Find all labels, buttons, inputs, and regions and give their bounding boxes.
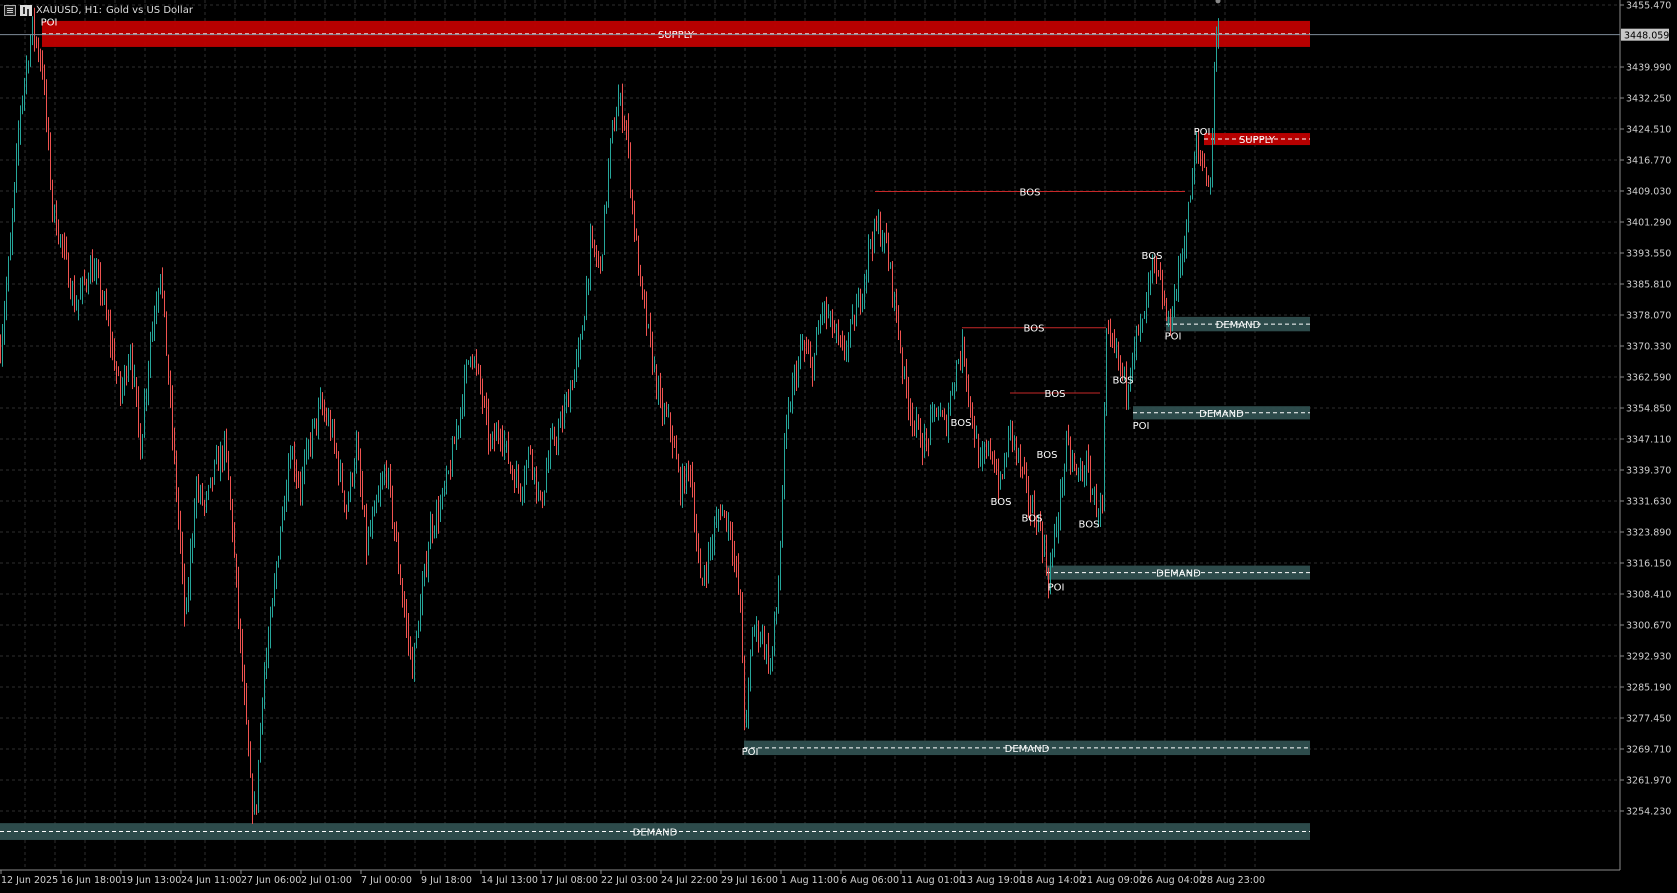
- price-tick-label: 3416.770: [1626, 156, 1671, 167]
- price-tick-label: 3354.850: [1626, 404, 1671, 415]
- price-tick-label: 3432.250: [1626, 94, 1671, 105]
- time-tick-label: 18 Aug 14:00: [1021, 875, 1085, 886]
- menu-icon[interactable]: [4, 4, 16, 16]
- time-tick-label: 24 Jul 22:00: [661, 875, 718, 886]
- supply-zone-label: SUPPLY: [658, 30, 695, 41]
- bos-line-label: BOS: [1024, 324, 1045, 335]
- price-tick-label: 3323.890: [1626, 528, 1671, 539]
- price-tick-label: 3455.470: [1626, 1, 1671, 12]
- price-tick-label: 3292.930: [1626, 652, 1671, 663]
- demand-zone-label: DEMAND: [1199, 409, 1244, 420]
- price-tick-label: 3316.150: [1626, 559, 1671, 570]
- price-tick-label: 3439.990: [1626, 63, 1671, 74]
- price-tick-label: 3347.110: [1626, 435, 1671, 446]
- time-tick-label: 9 Jul 18:00: [421, 875, 472, 886]
- poi-label: POI: [1048, 582, 1065, 593]
- price-tick-label: 3308.410: [1626, 590, 1671, 601]
- price-axis: 3455.470 3439.990 3432.250 3424.510 3416.770…: [1620, 0, 1677, 889]
- price-tick-label: 3300.670: [1626, 621, 1671, 632]
- bos-label: BOS: [1022, 514, 1043, 525]
- time-tick-label: 28 Aug 23:00: [1201, 875, 1265, 886]
- time-tick-label: 7 Jul 00:00: [361, 875, 412, 886]
- poi-label: POI: [1165, 331, 1182, 342]
- poi-label: POI: [1194, 127, 1211, 138]
- chart-area[interactable]: SUPPLY SUPPLY DEMAND DEMAND DEMAND DEMAND DEMA…: [0, 0, 1677, 889]
- time-tick-label: 19 Jun 13:00: [121, 875, 181, 886]
- time-tick-label: 17 Jul 08:00: [541, 875, 598, 886]
- time-tick-label: 14 Jul 13:00: [481, 875, 538, 886]
- price-tick-label: 3277.450: [1626, 714, 1671, 725]
- bos-label: BOS: [1079, 520, 1100, 531]
- time-tick-label: 1 Aug 11:00: [781, 875, 839, 886]
- price-tick-label: 3409.030: [1626, 187, 1671, 198]
- bos-label: BOS: [1037, 450, 1058, 461]
- time-tick-label: 13 Aug 19:00: [961, 875, 1025, 886]
- bos-line-label: BOS: [1020, 188, 1041, 199]
- bos-label: BOS: [1113, 375, 1134, 386]
- price-tick-label: 3424.510: [1626, 125, 1671, 136]
- price-tick-label: 3261.970: [1626, 776, 1671, 787]
- price-tick-label: 3285.190: [1626, 683, 1671, 694]
- supply-zone-label: SUPPLY: [1239, 135, 1276, 146]
- symbol-label: XAUUSD, H1:: [36, 4, 102, 16]
- time-tick-label: 22 Jul 03:00: [601, 875, 658, 886]
- bos-label: BOS: [991, 497, 1012, 508]
- price-tick-label: 3339.370: [1626, 466, 1671, 477]
- chart-header: XAUUSD, H1: Gold vs US Dollar: [4, 3, 193, 17]
- price-tick-label: 3362.590: [1626, 373, 1671, 384]
- price-tick-label: 3401.290: [1626, 218, 1671, 229]
- price-tick-label: 3378.070: [1626, 311, 1671, 322]
- current-price-value: 3448.059: [1624, 31, 1669, 42]
- price-tick-label: 3331.630: [1626, 497, 1671, 508]
- poi-label: POI: [742, 747, 759, 758]
- demand-zone-label: DEMAND: [1156, 569, 1201, 580]
- price-tick-label: 3254.230: [1626, 807, 1671, 818]
- price-tick-label: 3385.810: [1626, 280, 1671, 291]
- bos-line-label: BOS: [1045, 389, 1066, 400]
- time-tick-label: 29 Jul 16:00: [721, 875, 778, 886]
- time-tick-label: 6 Aug 06:00: [841, 875, 899, 886]
- price-tick-label: 3269.710: [1626, 745, 1671, 756]
- demand-zone-label: DEMAND: [1216, 320, 1261, 331]
- bos-label: BOS: [951, 418, 972, 429]
- time-tick-label: 24 Jun 11:00: [181, 875, 241, 886]
- chart-type-icon[interactable]: [20, 4, 32, 16]
- time-tick-label: 27 Jun 06:00: [241, 875, 301, 886]
- time-tick-label: 2 Jul 01:00: [301, 875, 352, 886]
- price-tick-label: 3370.330: [1626, 342, 1671, 353]
- time-tick-label: 26 Aug 04:00: [1141, 875, 1205, 886]
- poi-label: POI: [41, 17, 58, 28]
- chart-background: [0, 0, 1677, 889]
- time-tick-label: 12 Jun 2025: [1, 875, 58, 886]
- symbol-description: Gold vs US Dollar: [106, 4, 193, 16]
- time-tick-label: 11 Aug 01:00: [901, 875, 965, 886]
- demand-zone-label: DEMAND: [633, 828, 678, 839]
- demand-zone-label: DEMAND: [1005, 744, 1050, 755]
- time-tick-label: 16 Jun 18:00: [61, 875, 121, 886]
- time-tick-label: 21 Aug 09:00: [1081, 875, 1145, 886]
- bos-label: BOS: [1142, 251, 1163, 262]
- price-tick-label: 3393.550: [1626, 249, 1671, 260]
- poi-label: POI: [1133, 421, 1150, 432]
- price-chart[interactable]: SUPPLY SUPPLY DEMAND DEMAND DEMAND DEMAND DEMA…: [0, 0, 1677, 889]
